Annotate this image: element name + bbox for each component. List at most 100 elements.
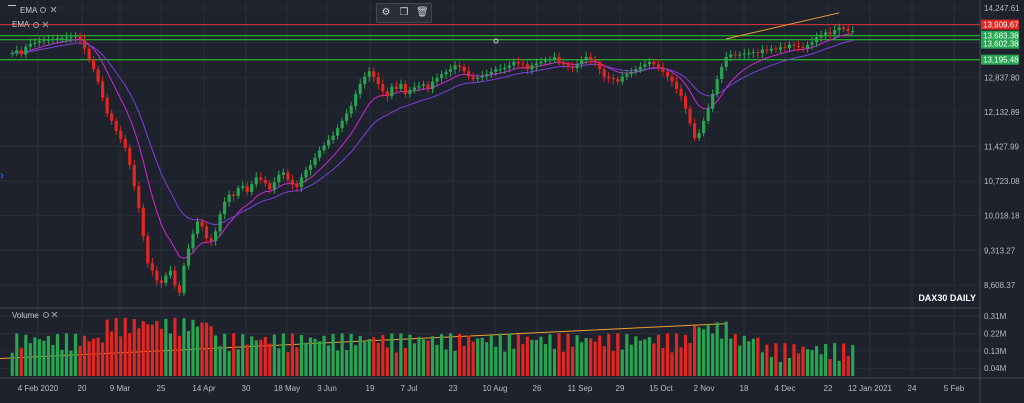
candle-body [141, 207, 145, 237]
candle-body [819, 34, 823, 38]
volume-bar [105, 319, 109, 376]
delete-icon[interactable]: 🗑 [416, 7, 429, 19]
volume-bar [575, 335, 579, 376]
volume-bar [114, 318, 118, 376]
candle-body [602, 69, 606, 77]
candle-body [286, 172, 290, 180]
volume-bar [828, 359, 832, 376]
volume-bar [521, 344, 525, 376]
candle-body [191, 233, 195, 249]
price-tick-label: 14,247.61 [984, 4, 1020, 13]
candle-body [250, 184, 254, 193]
time-tick-label: 24 [908, 384, 917, 393]
candle-body [638, 66, 642, 70]
candle-body [64, 37, 69, 39]
volume-bar [223, 333, 227, 376]
volume-bar [611, 350, 615, 376]
candle-body [756, 52, 760, 54]
candle-body [570, 66, 575, 69]
volume-bar [467, 335, 471, 376]
candle-body [778, 47, 783, 50]
volume-bar [37, 339, 41, 376]
volume-bar [824, 343, 828, 376]
candle-body [810, 42, 814, 45]
candle-body [751, 52, 755, 54]
copy-icon[interactable]: ❐ [398, 7, 410, 19]
volume-bar [55, 334, 60, 376]
candle-body [661, 66, 665, 72]
ema-label-2[interactable]: EMA [12, 20, 30, 29]
candle-body [846, 29, 850, 31]
candle-body [652, 61, 656, 65]
candle-body [656, 64, 661, 67]
volume-series [10, 317, 855, 376]
candle-body [155, 270, 159, 281]
candle-body [299, 177, 304, 188]
volume-bar [543, 344, 548, 376]
volume-bar [10, 352, 14, 376]
volume-bar [815, 346, 819, 376]
candle-body [128, 147, 132, 166]
candle-body [742, 53, 746, 55]
time-tick-label: 30 [242, 384, 251, 393]
volume-bar [778, 361, 783, 376]
volume-bar [308, 337, 313, 376]
candle-body [688, 108, 692, 124]
candle-body [480, 76, 484, 78]
candle-body [525, 64, 529, 70]
volume-axis: 0.31M 0.22M 0.13M 0.04M [984, 312, 1007, 373]
candle-body [182, 265, 186, 293]
candle-body [435, 78, 439, 82]
candle-body [842, 27, 846, 30]
candle-body [232, 194, 236, 196]
candle-body [173, 270, 177, 286]
candle-body [403, 84, 407, 94]
time-tick-label: 15 Oct [649, 384, 673, 393]
candle-body [37, 41, 41, 43]
price-tick-label: 11,427.99 [984, 142, 1020, 151]
volume-bar [92, 338, 96, 376]
candle-body [295, 184, 299, 188]
candle-body [837, 27, 841, 31]
candle-body [399, 84, 403, 89]
time-tick-label: 26 [533, 384, 542, 393]
candle-body [516, 61, 520, 64]
volume-bar [168, 333, 172, 376]
candle-body [272, 182, 276, 190]
volume-bar [638, 340, 642, 376]
candle-body [110, 113, 114, 121]
volume-bar [426, 340, 430, 376]
volume-bar [69, 350, 73, 376]
volume-bar [51, 345, 55, 376]
candle-body [367, 71, 371, 77]
candle-body [665, 71, 670, 77]
candle-body [444, 71, 448, 75]
volume-bar [137, 328, 141, 376]
ema-label-1[interactable]: EMA [20, 6, 38, 15]
candle-body [471, 76, 475, 80]
series-settings-icon[interactable]: ⚙ [380, 7, 392, 19]
chevron-right-icon[interactable]: › [0, 168, 4, 182]
volume-bar [733, 333, 737, 376]
volume-bar [430, 336, 435, 376]
time-tick-label: 22 [824, 384, 833, 393]
candle-body [693, 123, 697, 139]
time-tick-label: 9 Mar [110, 384, 131, 393]
volume-settings-icon[interactable] [43, 312, 49, 318]
volume-label[interactable]: Volume [12, 311, 39, 320]
candle-body [607, 76, 611, 79]
volume-bar [254, 340, 258, 376]
volume-bar [399, 333, 403, 376]
volume-bar [683, 334, 688, 376]
candle-body [308, 165, 313, 170]
price-tick-label: 10,018.18 [984, 212, 1020, 221]
volume-tick-label: 0.13M [984, 347, 1007, 356]
volume-bar [322, 335, 326, 376]
candle-body [137, 186, 141, 208]
candle-body [33, 42, 37, 44]
time-tick-label: 20 [78, 384, 87, 393]
volume-bar [512, 348, 516, 376]
volume-bar [566, 333, 570, 376]
candle-body [783, 47, 787, 49]
candle-body [354, 93, 358, 107]
